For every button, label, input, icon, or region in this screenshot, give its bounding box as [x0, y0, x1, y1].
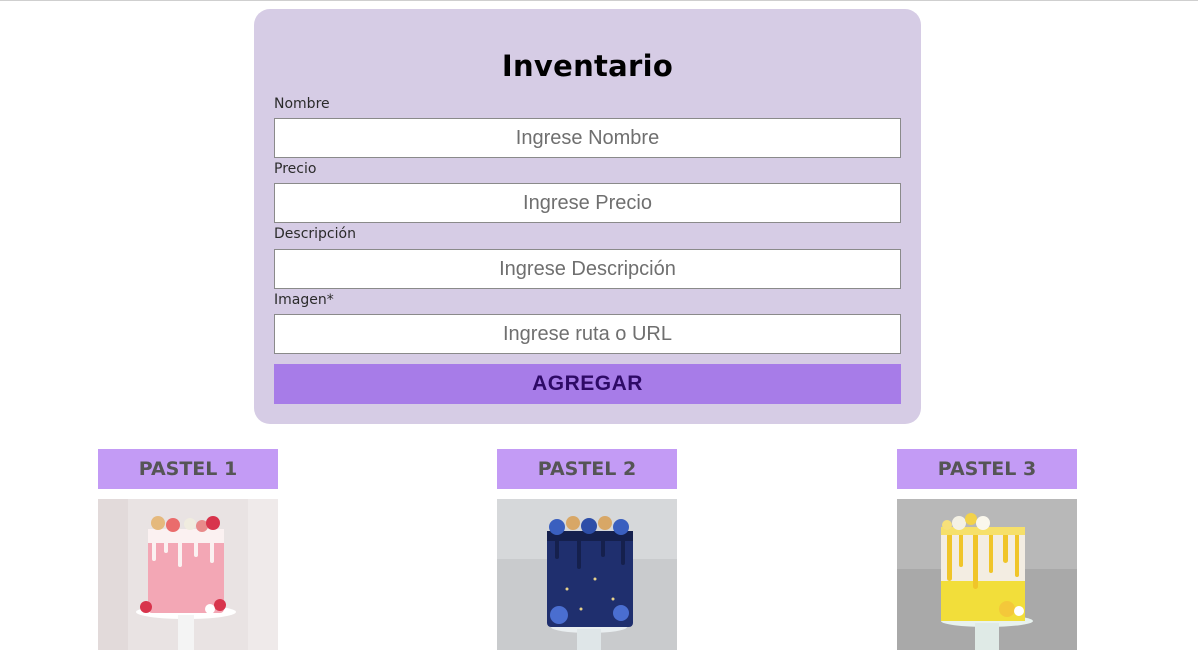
add-button[interactable]: AGREGAR [274, 364, 901, 404]
inventory-form: Inventario Nombre Precio Descripción Ima… [254, 9, 921, 424]
product-card: PASTEL 2 [497, 449, 677, 650]
cake-image [497, 499, 677, 650]
top-divider [0, 0, 1198, 1]
name-label: Nombre [274, 96, 330, 112]
name-input[interactable] [274, 118, 901, 158]
image-label: Imagen* [274, 292, 334, 308]
product-title: PASTEL 1 [98, 449, 278, 489]
product-card: PASTEL 1 [98, 449, 278, 650]
description-label: Descripción [274, 226, 356, 242]
price-label: Precio [274, 161, 317, 177]
image-url-input[interactable] [274, 314, 901, 354]
cake-image [897, 499, 1077, 650]
product-card: PASTEL 3 [897, 449, 1077, 650]
product-title: PASTEL 3 [897, 449, 1077, 489]
product-title: PASTEL 2 [497, 449, 677, 489]
description-input[interactable] [274, 249, 901, 289]
form-title: Inventario [501, 49, 674, 83]
cake-image [98, 499, 278, 650]
price-input[interactable] [274, 183, 901, 223]
